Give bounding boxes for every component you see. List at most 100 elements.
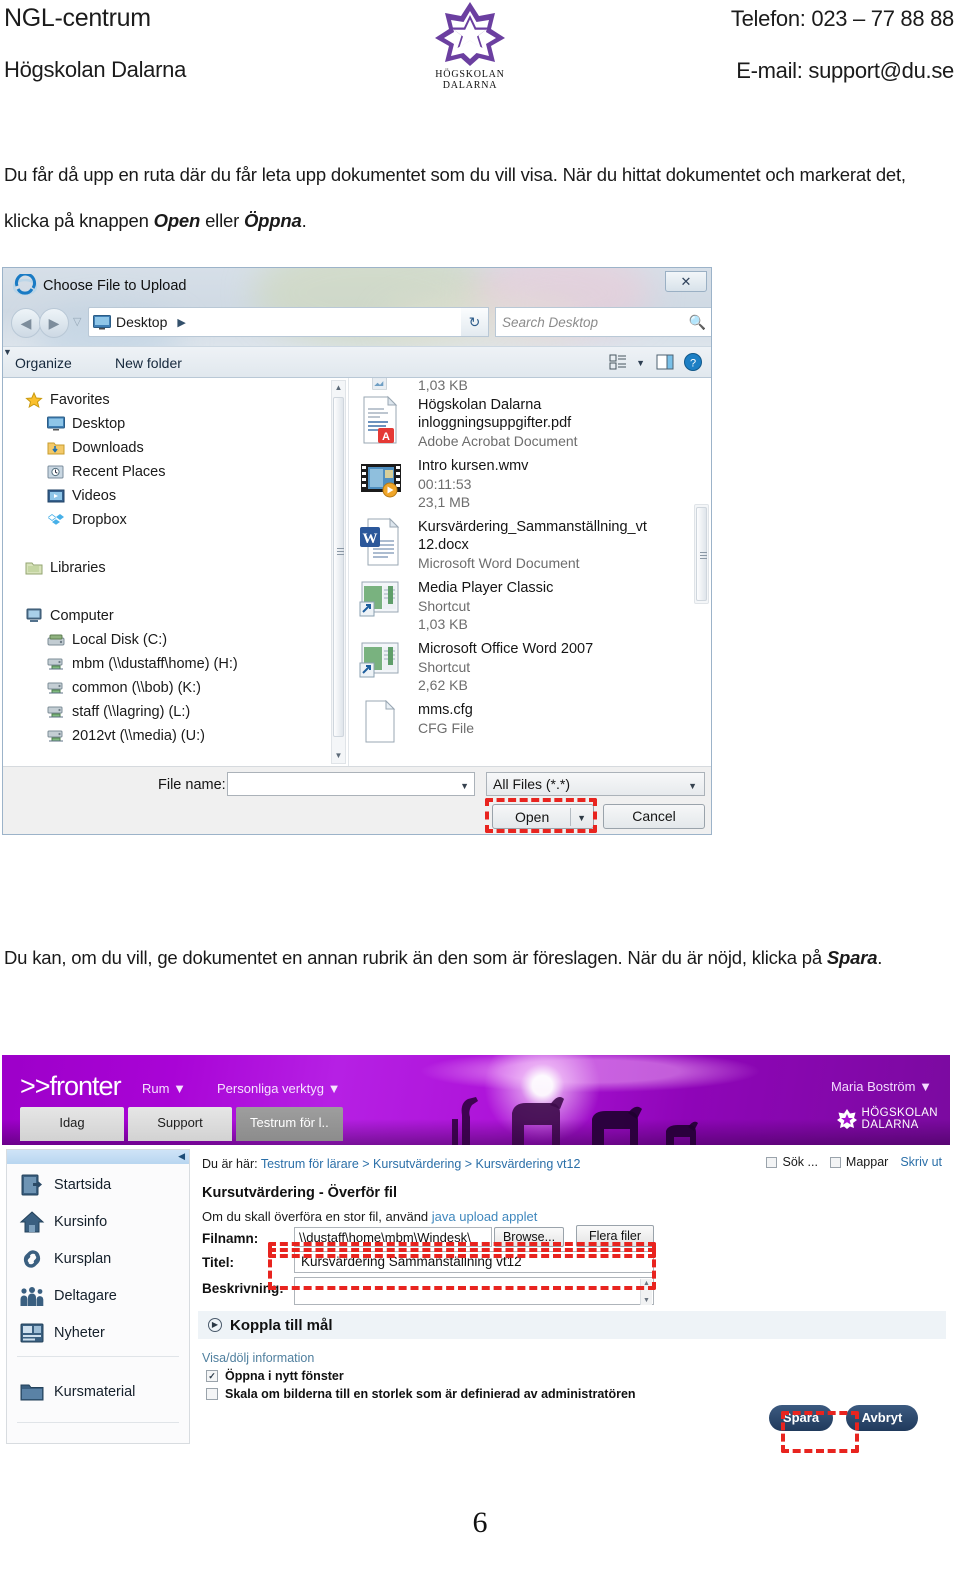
address-separator-icon[interactable]: ▶: [177, 316, 185, 329]
file-list-pane[interactable]: 1,03 KB A Högskolan Dalarna inloggningsu…: [350, 378, 711, 766]
file-size: 23,1 MB: [418, 494, 471, 510]
organize-chevron-down-icon[interactable]: ▼: [3, 347, 711, 357]
tab-support[interactable]: Support: [128, 1107, 232, 1141]
view-list-icon[interactable]: [609, 353, 627, 371]
sidebar-item-kursmaterial[interactable]: Kursmaterial: [7, 1373, 189, 1410]
cancel-button[interactable]: Cancel: [603, 804, 705, 829]
back-button[interactable]: ◀: [11, 308, 41, 338]
netdrive-icon: [47, 730, 63, 742]
page-header: NGL-centrum Högskolan Dalarna Telefon: 0…: [0, 0, 960, 105]
nav-item-recent-places[interactable]: Recent Places: [3, 460, 348, 484]
file-list-item-partial[interactable]: 1,03 KB: [350, 378, 711, 392]
view-chevron-down-icon[interactable]: ▼: [636, 358, 645, 368]
file-list-item[interactable]: Intro kursen.wmv 00:11:53 23,1 MB: [350, 453, 711, 514]
scrollbar-grip: [337, 548, 344, 557]
nav-item-2012vt-drive-u[interactable]: 2012vt (\\media) (U:): [3, 724, 348, 748]
organize-button[interactable]: Organize: [15, 355, 72, 371]
scroll-up-icon[interactable]: ▲: [332, 381, 345, 395]
pdf-icon: A: [358, 395, 414, 444]
visa-dolj-information-link[interactable]: Visa/dölj information: [202, 1351, 314, 1365]
svg-text:?: ?: [690, 358, 696, 370]
chevron-down-icon[interactable]: ▼: [688, 781, 697, 791]
recent-locations-icon[interactable]: ▽: [73, 315, 81, 328]
checkbox-skala-om-bilderna[interactable]: Skala om bilderna till en storlek som är…: [206, 1387, 636, 1401]
checkbox-icon[interactable]: [206, 1388, 218, 1400]
logo-text-line2: DALARNA: [442, 80, 498, 91]
nav-item-downloads[interactable]: Downloads: [3, 436, 348, 460]
nav-item-favorites[interactable]: Favorites: [3, 388, 348, 412]
refresh-icon[interactable]: ↻: [461, 307, 489, 337]
scrollbar-thumb[interactable]: [333, 397, 344, 737]
home-icon: [19, 1210, 45, 1232]
fronter-sidebar[interactable]: ◀ Startsida Kursinfo Kursplan Deltagare …: [6, 1149, 190, 1444]
breadcrumb-path[interactable]: Testrum för lärare > Kursutvärdering > K…: [261, 1157, 581, 1171]
mappar-checkbox-icon[interactable]: [829, 1156, 841, 1168]
java-upload-applet-link[interactable]: java upload applet: [432, 1209, 538, 1224]
navigation-pane-scrollbar[interactable]: ▲ ▼: [331, 380, 346, 764]
file-list-item[interactable]: Microsoft Office Word 2007 Shortcut 2,62…: [350, 636, 711, 697]
sok-checkbox-icon[interactable]: [766, 1156, 778, 1168]
breadcrumb[interactable]: Du är här: Testrum för lärare > Kursutvä…: [202, 1157, 580, 1171]
nav-item-personliga-verktyg[interactable]: Personliga verktyg ▼: [217, 1081, 340, 1096]
file-type-filter-select[interactable]: All Files (*.*) ▼: [486, 772, 705, 796]
nav-item-staff-drive-l[interactable]: staff (\\lagring) (L:): [3, 700, 348, 724]
new-folder-button[interactable]: New folder: [115, 355, 182, 371]
file-list-item[interactable]: mms.cfg CFG File: [350, 697, 711, 751]
close-icon[interactable]: ✕: [665, 271, 707, 292]
fronter-room-tabs[interactable]: Idag Support Testrum för l..: [20, 1107, 347, 1141]
link-icon: [23, 1249, 41, 1268]
nav-label: Local Disk (C:): [72, 632, 168, 648]
chevron-down-icon[interactable]: ▼: [460, 781, 469, 791]
user-menu[interactable]: Maria Boström ▼: [831, 1079, 932, 1094]
choose-file-to-upload-dialog[interactable]: Choose File to Upload ✕ ◀ ▶ ▽ Desktop ▶ …: [2, 267, 712, 835]
sok-label[interactable]: Sök ...: [782, 1155, 817, 1169]
navigation-pane[interactable]: Favorites Desktop Downloads Recent Place…: [3, 378, 349, 766]
nav-item-dropbox[interactable]: Dropbox: [3, 508, 348, 532]
netdrive-icon: [47, 682, 63, 694]
file-list-item[interactable]: W Kursvärdering_Sammanställning_vt 12.do…: [350, 514, 711, 575]
sidebar-item-kursinfo[interactable]: Kursinfo: [7, 1203, 189, 1240]
scroll-down-icon[interactable]: ▼: [643, 1297, 650, 1304]
sidebar-collapse-bar[interactable]: ◀: [7, 1150, 189, 1164]
nav-item-common-drive-k[interactable]: common (\\bob) (K:): [3, 676, 348, 700]
mappar-label[interactable]: Mappar: [846, 1155, 888, 1169]
scroll-down-icon[interactable]: ▼: [332, 749, 345, 763]
sidebar-item-nyheter[interactable]: Nyheter: [7, 1314, 189, 1351]
filter-value: All Files (*.*): [493, 776, 571, 792]
forward-button[interactable]: ▶: [39, 308, 69, 338]
nav-item-desktop[interactable]: Desktop: [3, 412, 348, 436]
tab-testrum-active[interactable]: Testrum för l..: [236, 1107, 343, 1141]
koppla-till-mal-section[interactable]: ▶ Koppla till mål: [198, 1311, 946, 1339]
fronter-logo[interactable]: >>fronter: [20, 1071, 122, 1102]
nav-item-libraries[interactable]: Libraries: [3, 556, 348, 580]
sidebar-item-kursplan[interactable]: Kursplan: [7, 1240, 189, 1277]
nav-item-videos[interactable]: Videos: [3, 484, 348, 508]
scrollbar-thumb[interactable]: [696, 507, 707, 601]
nav-item-local-disk-c[interactable]: Local Disk (C:): [3, 628, 348, 652]
tab-idag[interactable]: Idag: [20, 1107, 124, 1141]
annotation-highlight-spara-button: [781, 1411, 859, 1453]
address-bar[interactable]: Desktop ▶ ▼: [88, 307, 473, 337]
expand-right-icon[interactable]: ▶: [208, 1318, 222, 1332]
collapse-left-icon[interactable]: ◀: [178, 1151, 185, 1162]
skriv-ut-link[interactable]: Skriv ut: [900, 1155, 942, 1169]
sidebar-item-deltagare[interactable]: Deltagare: [7, 1277, 189, 1314]
help-icon[interactable]: ?: [683, 352, 703, 372]
para2-text-a: Du kan, om du vill, ge dokumentet en ann…: [4, 947, 827, 968]
search-placeholder: Search Desktop: [502, 314, 599, 330]
nav-item-computer[interactable]: Computer: [3, 604, 348, 628]
file-list-item[interactable]: Media Player Classic Shortcut 1,03 KB: [350, 575, 711, 636]
search-input[interactable]: Search Desktop 🔍: [495, 307, 711, 337]
sidebar-item-startsida[interactable]: Startsida: [7, 1166, 189, 1203]
file-name-input[interactable]: ▼: [227, 772, 475, 796]
checkbox-oppna-i-nytt-fonster[interactable]: ✓ Öppna i nytt fönster: [206, 1369, 344, 1383]
content-toolbar[interactable]: Sök ... Mappar Skriv ut: [766, 1155, 942, 1169]
file-list-item[interactable]: A Högskolan Dalarna inloggningsuppgifter…: [350, 392, 711, 453]
checkbox-icon[interactable]: ✓: [206, 1370, 218, 1382]
nav-item-mbm-drive-h[interactable]: mbm (\\dustaff\home) (H:): [3, 652, 348, 676]
file-icon: [358, 699, 414, 748]
library-icon: [25, 562, 43, 575]
file-list-scrollbar[interactable]: [694, 504, 709, 604]
preview-pane-icon[interactable]: [655, 352, 675, 372]
nav-item-rum[interactable]: Rum ▼: [142, 1081, 186, 1096]
